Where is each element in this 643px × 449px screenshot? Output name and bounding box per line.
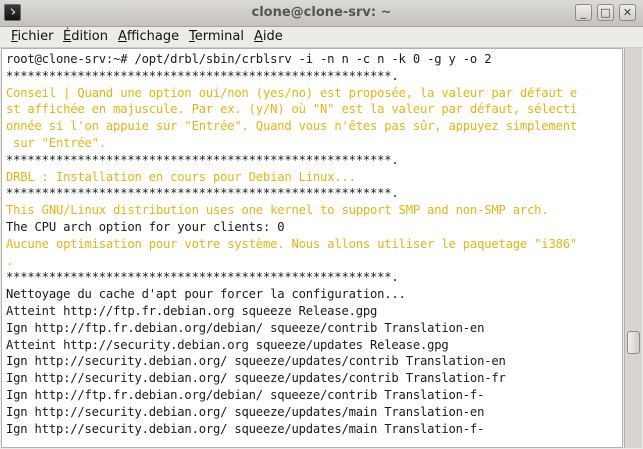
- terminal-line: Atteint http://security.debian.org squee…: [6, 337, 449, 352]
- close-button[interactable]: ✕: [619, 4, 636, 21]
- terminal-line: .: [6, 253, 14, 268]
- terminal-line: DRBL : Installation en cours pour Debian…: [6, 169, 356, 184]
- terminal-line: Aucune optimisation pour votre système. …: [6, 236, 577, 251]
- scrollbar-thumb[interactable]: [627, 331, 640, 354]
- minimize-button[interactable]: _: [575, 4, 592, 21]
- menu-bar: Fichier Édition Affichage Terminal Aide: [0, 27, 643, 48]
- terminal-line: ****************************************…: [6, 68, 399, 83]
- terminal-lines: root@clone-srv:~# /opt/drbl/sbin/crblsrv…: [6, 51, 577, 437]
- terminal-line: Ign http://security.debian.org/ squeeze/…: [6, 404, 485, 419]
- maximize-button[interactable]: □: [597, 4, 614, 21]
- terminal-output[interactable]: root@clone-srv:~# /opt/drbl/sbin/crblsrv…: [1, 48, 623, 448]
- terminal-line: Ign http://security.debian.org/ squeeze/…: [6, 354, 506, 369]
- menu-terminal[interactable]: Terminal: [189, 27, 244, 47]
- terminal-line: onnée si l'on appuie sur "Entrée". Quand…: [6, 119, 577, 134]
- terminal-line: st affichée en majuscule. Par ex. (y/N) …: [6, 102, 577, 117]
- terminal-line: ****************************************…: [6, 152, 399, 167]
- terminal-line: Ign http://ftp.fr.debian.org/debian/ squ…: [6, 387, 485, 402]
- terminal-window: clone@clone-srv: ~ _ □ ✕ Fichier Édition…: [0, 0, 643, 449]
- terminal-line: Ign http://security.debian.org/ squeeze/…: [6, 421, 485, 436]
- terminal-line: root@clone-srv:~# /opt/drbl/sbin/crblsrv…: [6, 52, 492, 66]
- terminal-line: Nettoyage du cache d'apt pour forcer la …: [6, 287, 406, 302]
- terminal-line: The CPU arch option for your clients: 0: [6, 219, 285, 234]
- terminal-line: Ign http://security.debian.org/ squeeze/…: [6, 371, 506, 386]
- terminal-line: sur "Entrée".: [6, 135, 106, 150]
- title-bar[interactable]: clone@clone-srv: ~ _ □ ✕: [0, 0, 643, 27]
- menu-aide[interactable]: Aide: [254, 27, 283, 47]
- terminal-line: Atteint http://ftp.fr.debian.org squeeze…: [6, 303, 378, 318]
- terminal-line: Conseil | Quand une option oui/non (yes/…: [6, 85, 577, 100]
- menu-affichage[interactable]: Affichage: [118, 27, 179, 47]
- vertical-scrollbar[interactable]: [624, 48, 642, 448]
- menu-edition[interactable]: Édition: [63, 27, 108, 47]
- terminal-line: ****************************************…: [6, 186, 399, 201]
- terminal-line: Ign http://ftp.fr.debian.org/debian/ squ…: [6, 320, 485, 335]
- terminal-line: ****************************************…: [6, 270, 399, 285]
- window-title: clone@clone-srv: ~: [251, 5, 392, 20]
- menu-fichier[interactable]: Fichier: [11, 27, 54, 47]
- terminal-line: This GNU/Linux distribution uses one ker…: [6, 203, 549, 218]
